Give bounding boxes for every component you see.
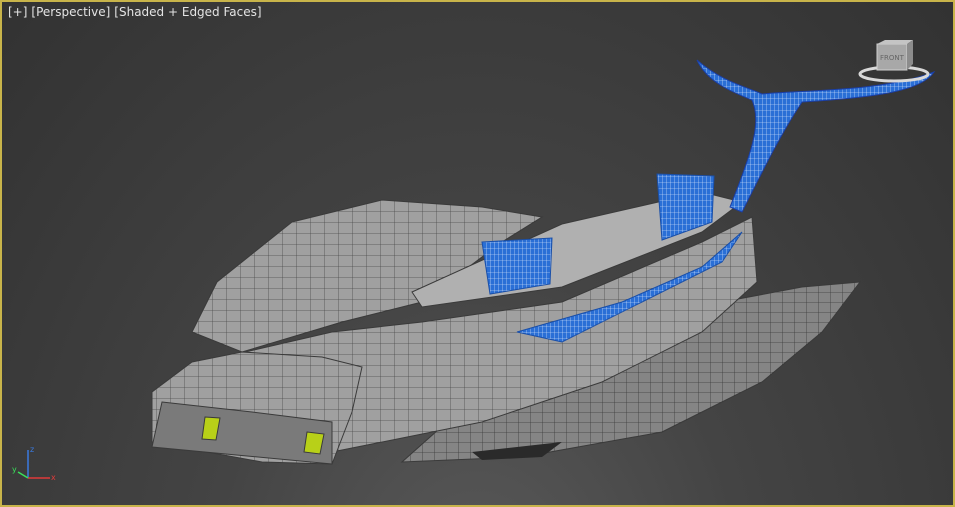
highlight-face-right (303, 431, 325, 455)
axis-x-label: x (51, 473, 56, 482)
perspective-viewport[interactable]: [+] [Perspective] [Shaded + Edged Faces]… (0, 0, 955, 507)
selected-seat-right (656, 173, 715, 241)
axis-y-label: y (12, 465, 17, 474)
axis-z-label: z (30, 445, 34, 454)
viewport-label-bar: [+] [Perspective] [Shaded + Edged Faces] (8, 5, 262, 19)
viewport-menu-perspective[interactable]: [Perspective] (31, 5, 110, 19)
viewport-menu-shading[interactable]: [Shaded + Edged Faces] (114, 5, 261, 19)
viewport-menu-plus[interactable]: [+] (8, 5, 27, 19)
axis-tripod-icon: z x y (12, 445, 56, 482)
selected-seat-left (481, 237, 553, 295)
viewcube-face-label: FRONT (880, 54, 905, 62)
ship-model-mesh[interactable] (2, 2, 953, 505)
viewcube-icon[interactable]: FRONT (855, 40, 933, 86)
